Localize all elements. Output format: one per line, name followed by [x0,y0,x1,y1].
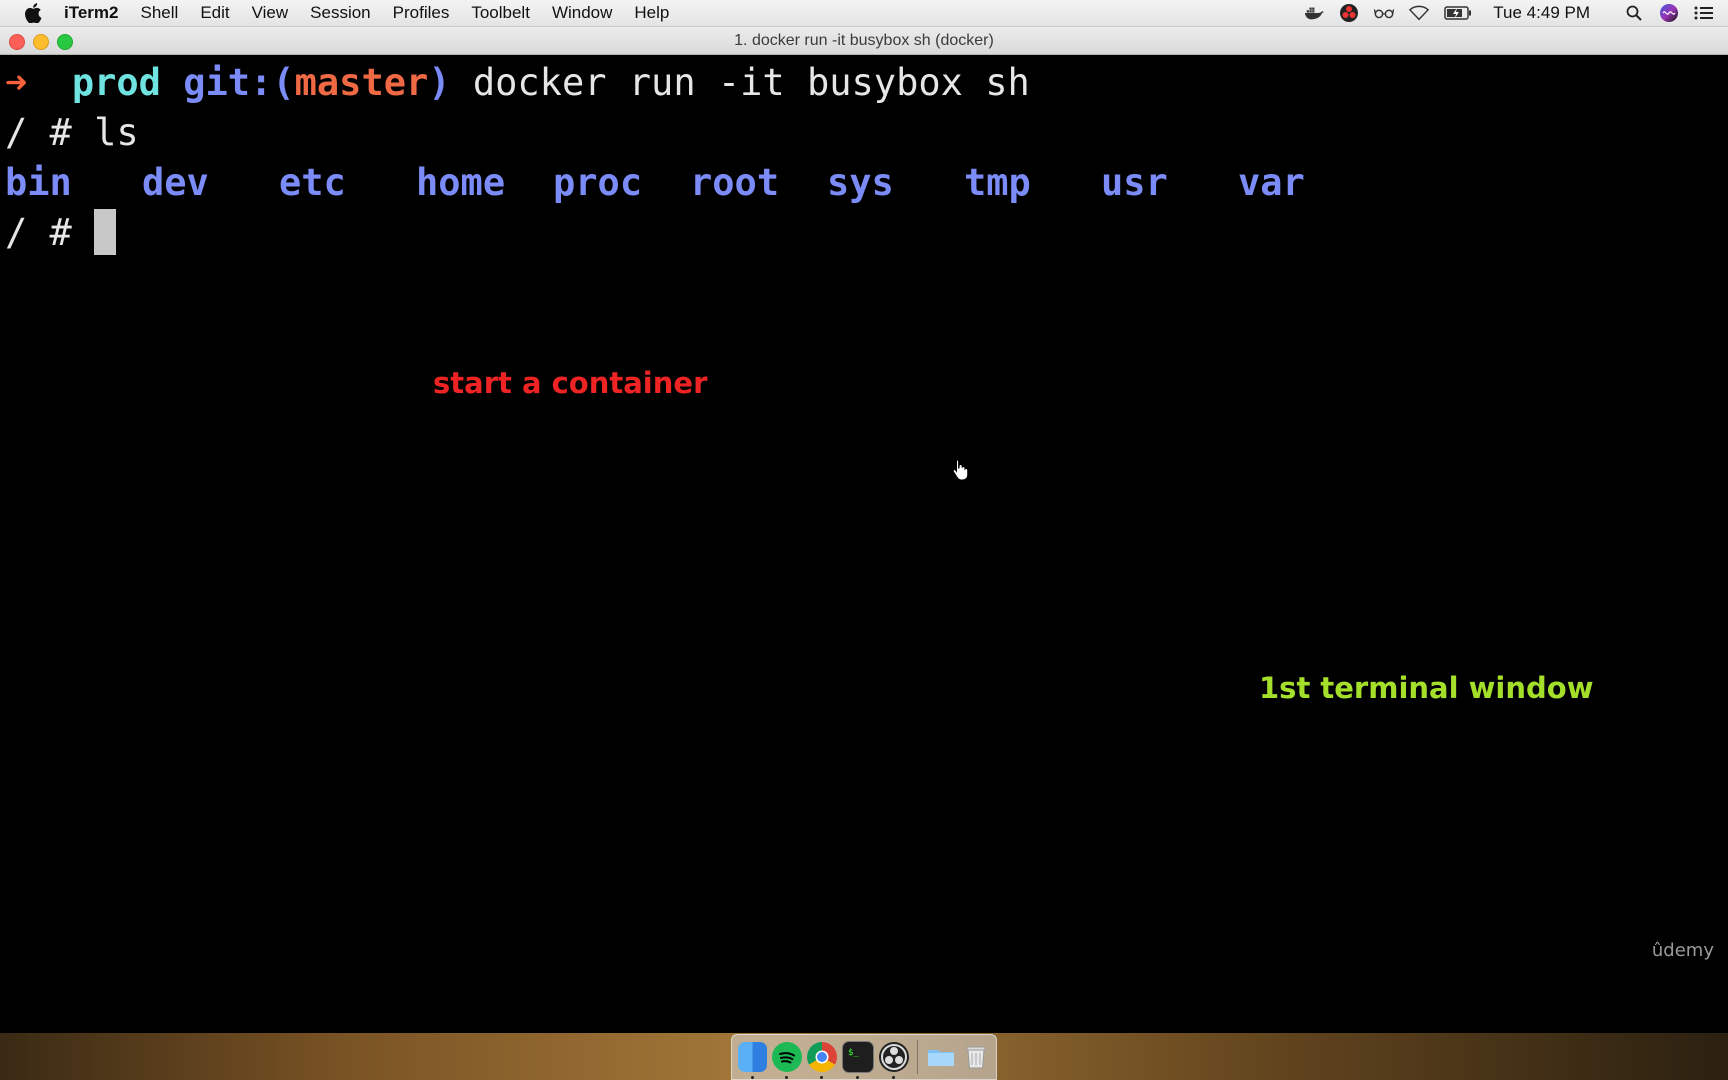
finder-icon[interactable] [738,1042,768,1079]
prompt-git: git:( [183,61,295,104]
chrome-icon[interactable] [807,1042,838,1079]
obs-icon[interactable] [1339,3,1359,23]
ls-entry: tmp [964,161,1031,204]
ls-entry: bin [5,161,72,204]
window-title-bar[interactable]: 1. docker run -it busybox sh (docker) [0,27,1728,55]
ls-entry: etc [279,161,346,204]
menu-view[interactable]: View [252,3,289,23]
notification-center-icon[interactable] [1694,3,1714,23]
dock: $_ [731,1034,997,1080]
spotlight-search-icon[interactable] [1624,3,1644,23]
ls-entry: root [690,161,780,204]
ls-entry: usr [1101,161,1168,204]
dock-separator [917,1040,918,1074]
wifi-icon[interactable] [1409,3,1430,23]
trash-icon[interactable] [961,1042,991,1072]
docker-icon[interactable] [1304,3,1325,23]
ls-entry: var [1238,161,1305,204]
prompt-git-close: ) [428,61,451,104]
terminal-icon[interactable]: $_ [842,1041,875,1079]
app-menu: iTerm2 Shell Edit View Session Profiles … [64,3,691,23]
menu-toolbelt[interactable]: Toolbelt [471,3,530,23]
status-area: Tue 4:49 PM [1304,0,1728,26]
menu-window[interactable]: Window [552,3,612,23]
ls-entry: sys [827,161,894,204]
command-text: docker run -it busybox sh [472,61,1030,104]
udemy-watermark: ûdemy [1651,940,1714,961]
menu-edit[interactable]: Edit [200,3,229,23]
obs-icon[interactable] [879,1042,910,1079]
terminal-area[interactable]: ➜ prod git:(master) docker run -it busyb… [0,55,1728,1033]
terminal-line-2: / # ls [5,111,139,154]
menu-bar: iTerm2 Shell Edit View Session Profiles … [0,0,1728,27]
menu-profiles[interactable]: Profiles [393,3,450,23]
text-cursor [94,208,117,255]
spotify-icon[interactable] [772,1042,803,1079]
siri-icon[interactable] [1659,3,1679,23]
menu-session[interactable]: Session [310,3,370,23]
annotation-first-terminal: 1st terminal window [1259,671,1594,705]
annotation-start-container: start a container [433,366,708,400]
window-title: 1. docker run -it busybox sh (docker) [734,32,994,49]
ls-entry: dev [142,161,209,204]
menu-help[interactable]: Help [634,3,669,23]
folder-icon[interactable] [926,1042,956,1072]
prompt-dir: prod [71,61,161,104]
prompt-arrow: ➜ [5,61,28,104]
ls-entry: proc [553,161,643,204]
battery-icon[interactable] [1444,3,1472,23]
menu-clock[interactable]: Tue 4:49 PM [1493,3,1590,23]
terminal-line-4: / # [5,208,117,258]
prompt-branch: master [294,61,429,104]
glasses-icon[interactable] [1374,3,1395,23]
hand-pointer-icon [952,459,970,481]
ls-output: bin dev etc home proc root sys tmp usr v… [5,158,1375,208]
terminal-line-1: ➜ prod git:(master) docker run -it busyb… [5,58,1030,108]
menu-app-name[interactable]: iTerm2 [64,3,119,23]
menu-shell[interactable]: Shell [141,3,179,23]
shell-prompt: / # [5,211,95,254]
svg-text:$_: $_ [848,1048,859,1058]
apple-icon[interactable] [22,2,44,24]
ls-entry: home [416,161,506,204]
